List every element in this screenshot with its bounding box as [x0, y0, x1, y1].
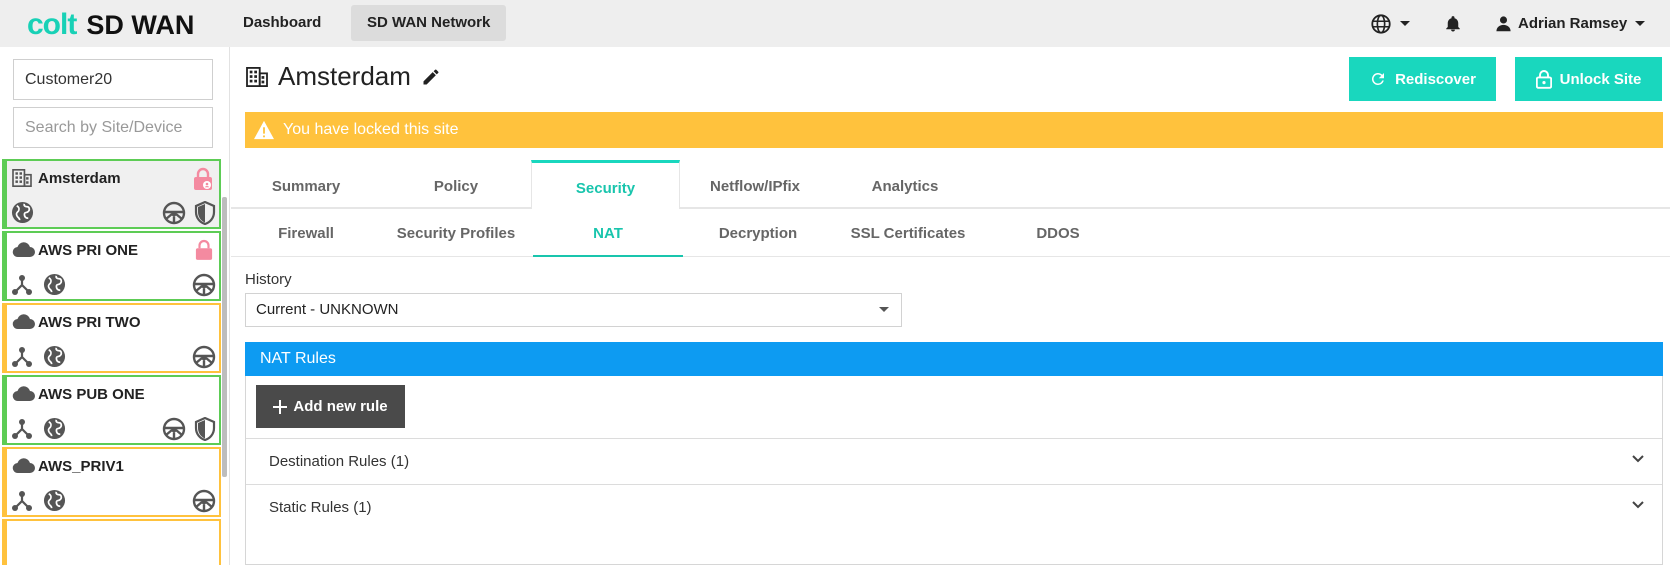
secondary-tabs: Firewall Security Profiles NAT Decryptio… — [231, 210, 1670, 257]
warning-icon — [254, 120, 274, 140]
sidebar: Amsterdam AWS PRI ONE AWS PRI TWO — [0, 47, 230, 565]
subtab-firewall[interactable]: Firewall — [231, 210, 381, 257]
static-rules-row[interactable]: Static Rules (1) — [246, 484, 1662, 530]
top-bar: colt SD WAN Dashboard SD WAN Network Adr… — [0, 0, 1670, 47]
building-icon — [12, 169, 32, 187]
rediscover-button[interactable]: Rediscover — [1349, 57, 1496, 101]
user-name: Adrian Ramsey — [1518, 15, 1628, 32]
chevron-down-icon — [879, 307, 889, 312]
user-menu[interactable]: Adrian Ramsey — [1495, 0, 1646, 47]
globe-icon — [11, 201, 34, 224]
sidebar-scrollbar[interactable] — [222, 197, 227, 477]
plus-icon — [273, 399, 288, 414]
lock-warning-text: You have locked this site — [283, 121, 459, 138]
add-new-rule-button[interactable]: Add new rule — [256, 385, 405, 428]
lock-icon — [195, 239, 213, 260]
add-new-rule-label: Add new rule — [293, 398, 388, 415]
site-card-next[interactable] — [2, 519, 221, 565]
customer-input[interactable] — [13, 59, 213, 100]
subtab-ddos[interactable]: DDOS — [983, 210, 1133, 257]
site-name: AWS PRI ONE — [38, 242, 139, 259]
site-name: AWS PUB ONE — [38, 386, 145, 403]
cloud-icon — [12, 386, 35, 402]
site-card-aws-priv1[interactable]: AWS_PRIV1 — [2, 447, 221, 517]
globe-icon — [43, 273, 66, 296]
chevron-down-icon — [1400, 21, 1410, 26]
globe-icon — [43, 417, 66, 440]
edit-pencil-icon[interactable] — [421, 67, 441, 87]
cloud-icon — [12, 458, 35, 474]
unlock-icon — [1535, 70, 1552, 89]
rediscover-label: Rediscover — [1395, 70, 1476, 88]
brand-logo[interactable]: colt SD WAN — [27, 8, 195, 41]
network-fork-icon — [12, 274, 32, 295]
refresh-icon — [1372, 72, 1385, 85]
site-card-aws-pri-two[interactable]: AWS PRI TWO — [2, 303, 221, 373]
unlock-site-label: Unlock Site — [1559, 70, 1642, 88]
subtab-decryption[interactable]: Decryption — [683, 210, 833, 257]
tab-summary[interactable]: Summary — [231, 165, 381, 209]
brand-product: SD WAN — [86, 10, 195, 40]
lock-warning-banner: You have locked this site — [245, 112, 1663, 148]
tab-analytics[interactable]: Analytics — [830, 165, 980, 209]
steering-wheel-icon — [192, 489, 216, 513]
site-name: AWS PRI TWO — [38, 314, 141, 331]
globe-icon — [43, 345, 66, 368]
user-icon — [1496, 16, 1511, 32]
globe-icon — [1371, 13, 1391, 34]
history-selected-value: Current - UNKNOWN — [256, 301, 399, 318]
tab-policy[interactable]: Policy — [381, 165, 531, 209]
site-card-amsterdam[interactable]: Amsterdam — [2, 159, 221, 229]
tab-security[interactable]: Security — [531, 160, 680, 209]
site-title-text: Amsterdam — [278, 61, 411, 91]
cloud-icon — [12, 314, 35, 330]
destination-rules-row[interactable]: Destination Rules (1) — [246, 438, 1662, 484]
nav-dashboard[interactable]: Dashboard — [243, 5, 321, 41]
notifications-button[interactable] — [1444, 0, 1462, 47]
main-content: Amsterdam Rediscover Unlock Site You hav… — [231, 47, 1670, 565]
lock-user-icon — [194, 167, 212, 190]
primary-tabs: Summary Policy Security Netflow/IPfix An… — [231, 160, 1670, 209]
subtab-ssl-certificates[interactable]: SSL Certificates — [833, 210, 983, 257]
shield-icon — [194, 201, 216, 225]
chevron-down-icon — [1632, 501, 1644, 509]
network-fork-icon — [12, 418, 32, 439]
shield-icon — [194, 417, 216, 441]
subtab-nat[interactable]: NAT — [533, 210, 683, 257]
chevron-down-icon — [1635, 21, 1646, 26]
unlock-site-button[interactable]: Unlock Site — [1515, 57, 1662, 101]
subtab-security-profiles[interactable]: Security Profiles — [381, 210, 531, 257]
site-name: AWS_PRIV1 — [38, 458, 124, 475]
history-label: History — [245, 271, 292, 288]
site-search-input[interactable] — [13, 107, 213, 148]
history-select[interactable]: Current - UNKNOWN — [245, 293, 902, 327]
cloud-icon — [12, 242, 35, 258]
tab-netflow[interactable]: Netflow/IPfix — [680, 165, 830, 209]
site-card-aws-pub-one[interactable]: AWS PUB ONE — [2, 375, 221, 445]
nat-rules-panel: NAT Rules Add new rule Destination Rules… — [245, 342, 1663, 565]
page-title: Amsterdam — [246, 61, 441, 92]
steering-wheel-icon — [192, 273, 216, 297]
bell-icon — [1446, 15, 1460, 31]
network-fork-icon — [12, 490, 32, 511]
static-rules-label: Static Rules (1) — [269, 499, 372, 516]
language-menu[interactable] — [1370, 0, 1410, 47]
site-card-aws-pri-one[interactable]: AWS PRI ONE — [2, 231, 221, 301]
steering-wheel-icon — [162, 201, 186, 225]
nav-sdwan-network[interactable]: SD WAN Network — [351, 5, 507, 41]
steering-wheel-icon — [162, 417, 186, 441]
destination-rules-label: Destination Rules (1) — [269, 453, 410, 470]
steering-wheel-icon — [192, 345, 216, 369]
nat-rules-header: NAT Rules — [245, 342, 1663, 376]
network-fork-icon — [12, 346, 32, 367]
building-icon — [246, 66, 268, 87]
chevron-down-icon — [1632, 455, 1644, 463]
site-name: Amsterdam — [38, 170, 121, 187]
globe-icon — [43, 489, 66, 512]
brand-colt: colt — [27, 8, 77, 41]
